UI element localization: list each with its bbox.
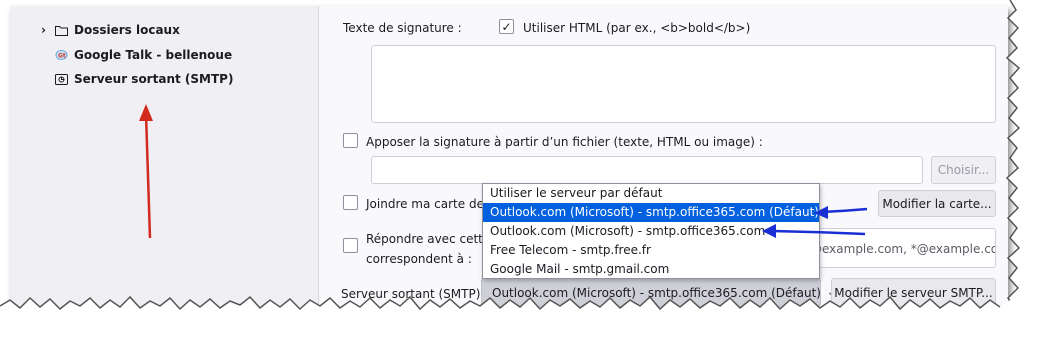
blue-annotation-arrow-1 [821,207,868,214]
red-arrowhead-icon [139,104,153,121]
blue-arrowhead-icon [762,224,776,238]
blue-annotation-arrow-2 [771,229,866,236]
blue-arrowhead-icon [814,206,828,219]
torn-edge-right [1005,0,1038,319]
red-annotation-arrow [144,113,152,239]
annotation-overlay [139,104,868,239]
screenshot-frame: › Dossiers locaux Gt Google Talk - belle… [10,6,1008,318]
torn-edge-bottom [0,295,1038,340]
